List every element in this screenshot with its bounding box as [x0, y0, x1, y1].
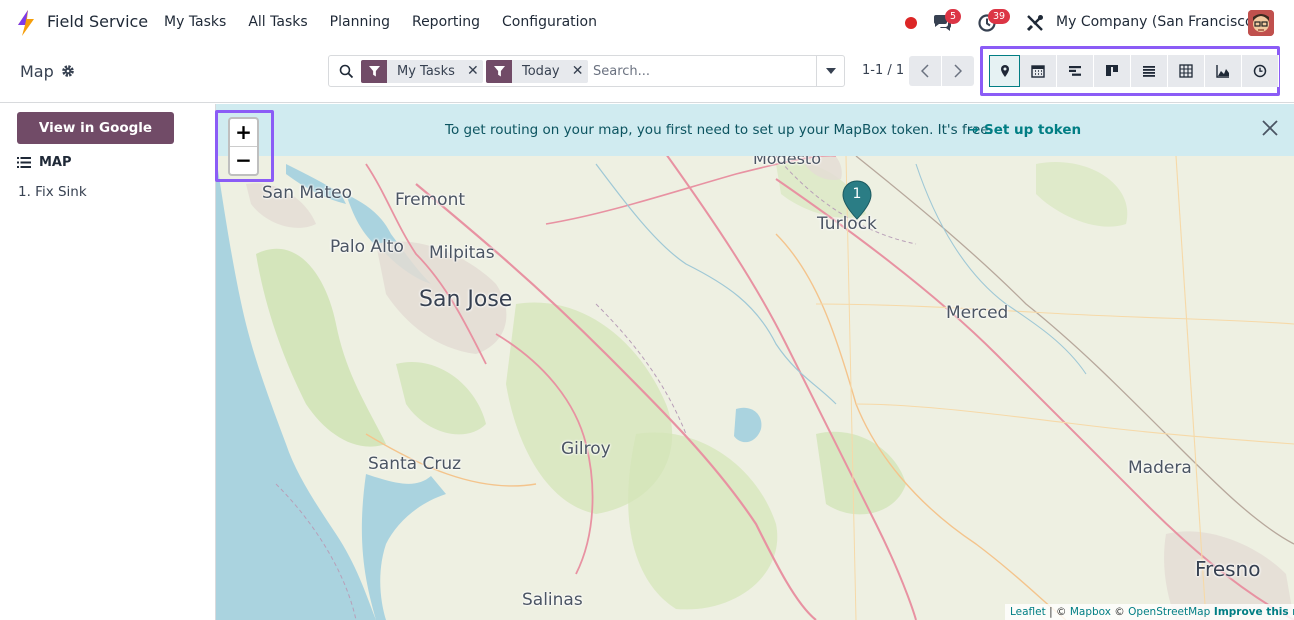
view-list-button[interactable] [1131, 55, 1168, 87]
activity-clock-icon [1253, 64, 1267, 78]
zoom-in-button[interactable]: + [230, 119, 257, 147]
search-icon[interactable] [339, 64, 354, 79]
facet-remove-icon[interactable]: ✕ [568, 60, 588, 83]
recording-indicator-icon[interactable] [905, 17, 917, 29]
city-label: Madera [1128, 458, 1192, 478]
city-label: Palo Alto [330, 237, 404, 257]
mapbox-link[interactable]: Mapbox [1070, 606, 1111, 618]
menu-reporting[interactable]: Reporting [412, 14, 480, 30]
filter-icon [486, 60, 512, 83]
city-label: Salinas [522, 590, 583, 610]
city-label: Fremont [395, 190, 466, 210]
list-icon [1143, 66, 1155, 77]
city-label: Fresno [1195, 557, 1261, 581]
menu-all-tasks[interactable]: All Tasks [248, 14, 307, 30]
pager-next-button[interactable] [942, 56, 974, 86]
app-name[interactable]: Field Service [47, 12, 148, 31]
map-canvas[interactable]: Modesto San Mateo Fremont Turlock Palo A… [216, 104, 1294, 620]
mapbox-token-banner: To get routing on your map, you first ne… [216, 104, 1294, 156]
view-calendar-button[interactable] [1020, 55, 1057, 87]
improve-map-link[interactable]: Improve this map [1210, 606, 1294, 618]
list-icon [17, 157, 31, 168]
menu-configuration[interactable]: Configuration [502, 14, 597, 30]
caret-down-icon [825, 68, 836, 74]
map-sidebar: View in Google Maps MAP 1. Fix Sink [0, 104, 216, 620]
menu-my-tasks[interactable]: My Tasks [164, 14, 226, 30]
gantt-icon [1069, 66, 1081, 76]
facet-label: My Tasks [397, 64, 455, 79]
map-attribution: Leaflet | © Mapbox © OpenStreetMap Impro… [1005, 604, 1294, 620]
close-icon[interactable] [1260, 118, 1280, 138]
pivot-table-icon [1179, 64, 1193, 78]
chevron-right-icon [954, 64, 962, 78]
sidebar-record-item[interactable]: 1. Fix Sink [18, 184, 87, 200]
city-label: Santa Cruz [368, 454, 462, 474]
marker-number: 1 [852, 186, 862, 202]
debug-tools-icon[interactable] [1025, 13, 1045, 33]
kanban-icon [1106, 65, 1118, 76]
facet-label: Today [522, 64, 560, 79]
area-chart-icon [1216, 65, 1229, 78]
pager-previous-button[interactable] [909, 56, 941, 86]
avatar-face-icon [1248, 10, 1274, 36]
map-tiles [216, 104, 1294, 620]
main-menu: My Tasks All Tasks Planning Reporting Co… [164, 14, 619, 30]
leaflet-link[interactable]: Leaflet [1010, 606, 1046, 618]
company-switcher[interactable]: My Company (San Francisco) [1056, 14, 1259, 30]
view-activity-button[interactable] [1242, 55, 1279, 87]
openstreetmap-link[interactable]: OpenStreetMap [1128, 606, 1210, 618]
search-options-toggle[interactable] [816, 55, 845, 87]
map-pin-icon [1000, 65, 1009, 77]
view-switcher [989, 55, 1279, 87]
attribution-separator: | © [1045, 606, 1070, 618]
menu-planning[interactable]: Planning [330, 14, 390, 30]
view-kanban-button[interactable] [1094, 55, 1131, 87]
filter-facet: My Tasks ✕ [361, 60, 483, 83]
view-graph-button[interactable] [1205, 55, 1242, 87]
attribution-separator: © [1110, 606, 1129, 618]
view-in-google-maps-button[interactable]: View in Google Maps [17, 112, 174, 168]
activity-count-badge: 39 [988, 9, 1011, 24]
set-up-token-link[interactable]: ➔ Set up token [968, 122, 1081, 138]
field-service-logo-icon[interactable] [14, 10, 38, 36]
filter-facet: Today ✕ [486, 60, 588, 83]
facet-remove-icon[interactable]: ✕ [463, 60, 483, 83]
pager-value[interactable]: 1-1 / 1 [862, 63, 904, 78]
banner-message: To get routing on your map, you first ne… [445, 122, 993, 138]
city-label: San Mateo [262, 183, 352, 203]
zoom-control: + − [228, 117, 259, 176]
search-bar: My Tasks ✕ Today ✕ [328, 55, 817, 87]
city-label: Milpitas [429, 243, 495, 263]
chevron-left-icon [921, 64, 929, 78]
city-label: Gilroy [561, 439, 611, 459]
view-pivot-button[interactable] [1168, 55, 1205, 87]
sidebar-section-title: MAP [39, 155, 72, 170]
zoom-out-button[interactable]: − [230, 147, 257, 175]
view-gantt-button[interactable] [1057, 55, 1094, 87]
city-label: Merced [946, 303, 1009, 323]
breadcrumb-title: Map [20, 62, 54, 81]
city-label: San Jose [419, 287, 513, 312]
chat-count-badge: 5 [945, 9, 962, 24]
search-input[interactable] [593, 61, 803, 81]
user-avatar[interactable] [1248, 10, 1274, 36]
filter-icon [361, 60, 387, 83]
gear-icon[interactable] [61, 64, 75, 78]
view-map-button[interactable] [989, 55, 1020, 87]
calendar-icon [1031, 65, 1045, 78]
